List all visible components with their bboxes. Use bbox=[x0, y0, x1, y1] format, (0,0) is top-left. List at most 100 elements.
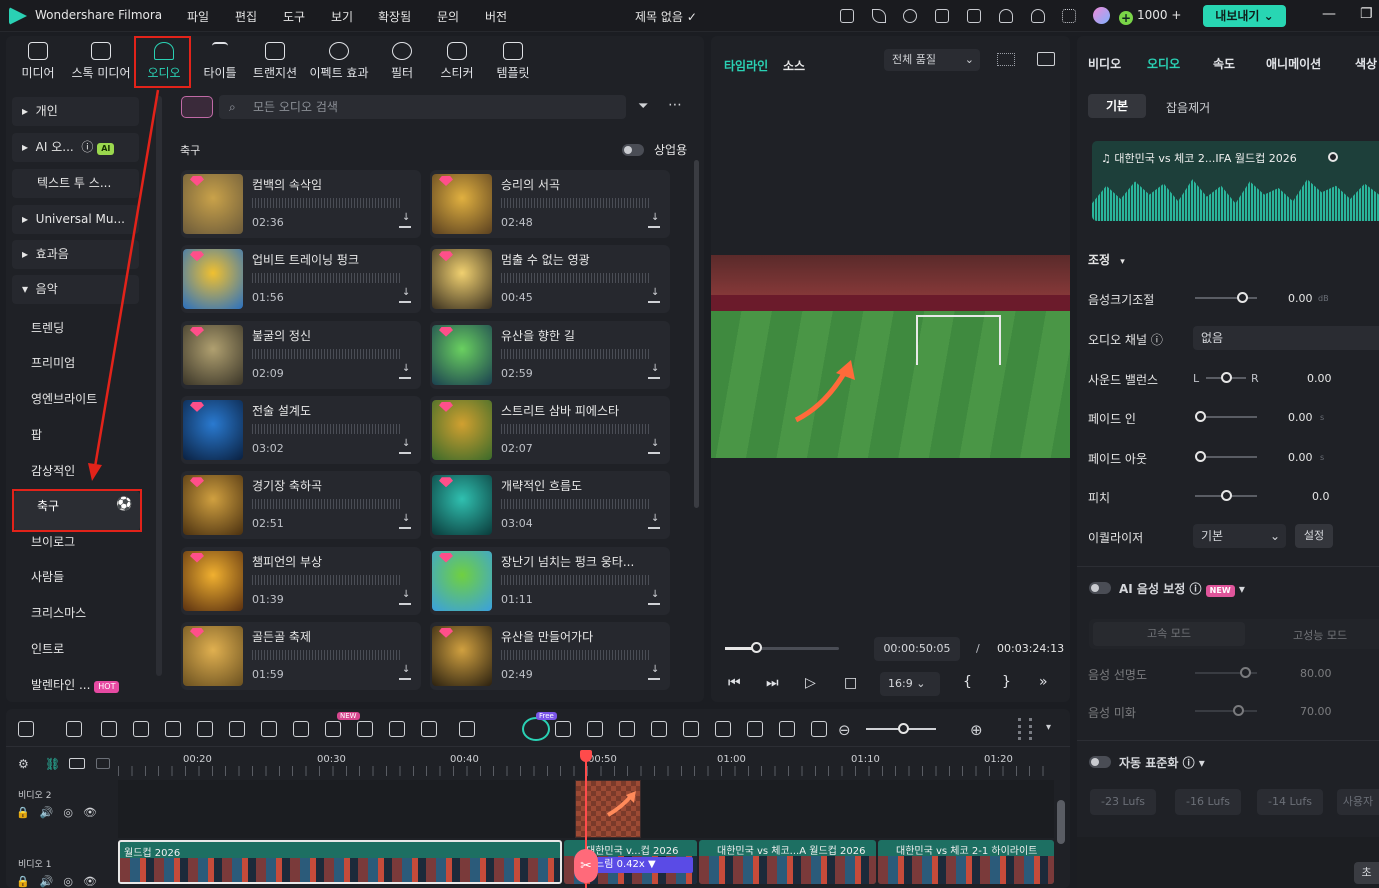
grid-view-icon[interactable] bbox=[997, 53, 1015, 66]
menu-edit[interactable]: 편집 bbox=[235, 8, 257, 25]
clarity-knob[interactable] bbox=[1239, 667, 1251, 678]
ai-voice-toggle[interactable] bbox=[1089, 582, 1111, 594]
restore-icon[interactable]: ❐ bbox=[1360, 6, 1373, 22]
speed-icon[interactable] bbox=[357, 721, 373, 737]
snapshot-icon[interactable] bbox=[1037, 52, 1055, 66]
download-icon[interactable]: ↓ bbox=[648, 212, 660, 228]
add-credits-icon[interactable]: + bbox=[1171, 8, 1181, 22]
more-tools-icon[interactable] bbox=[459, 721, 475, 737]
aspect-select[interactable]: 16:9 ⌄ bbox=[880, 672, 940, 696]
volume-knob[interactable] bbox=[1236, 292, 1248, 303]
balance-value[interactable]: 0.00 bbox=[1307, 372, 1332, 385]
tab-audio-props[interactable]: 오디오 bbox=[1147, 55, 1180, 72]
mark-in-icon[interactable]: { bbox=[963, 674, 972, 690]
beautify-slider[interactable] bbox=[1195, 710, 1257, 712]
track-card[interactable]: 불굴의 정신 02:09 ↓ bbox=[181, 320, 421, 389]
help-icon[interactable]: ⓘ bbox=[1183, 756, 1195, 770]
equalizer-select[interactable]: 기본 ⌄ bbox=[1193, 524, 1286, 548]
track-video1-controls[interactable]: 🔒🔊◎👁 bbox=[16, 875, 107, 888]
track-card[interactable]: 컴백의 속삭임 02:36 ↓ bbox=[181, 170, 421, 238]
chevron-down-icon[interactable]: ▾ bbox=[1239, 582, 1245, 596]
auto-reframe-icon[interactable] bbox=[651, 721, 667, 737]
clarity-value[interactable]: 80.00 bbox=[1300, 667, 1332, 680]
sidebar-item-vlog[interactable]: 브이로그 bbox=[31, 533, 75, 550]
sidebar-item-premium[interactable]: 프리미엄 bbox=[31, 354, 75, 371]
expand-icon[interactable]: » bbox=[1039, 674, 1048, 690]
group-icon[interactable] bbox=[587, 721, 603, 737]
tab-video[interactable]: 비디오 bbox=[1088, 55, 1121, 72]
video-frame[interactable] bbox=[711, 255, 1070, 458]
download-icon[interactable]: ↓ bbox=[399, 287, 411, 304]
audio-channel-select[interactable]: 없음 bbox=[1193, 326, 1379, 350]
menu-tools[interactable]: 도구 bbox=[283, 8, 305, 25]
track-card[interactable]: 유산을 만들어가다 02:49 ↓ bbox=[430, 621, 670, 690]
download-icon[interactable]: ↓ bbox=[648, 363, 660, 379]
playhead-handle[interactable] bbox=[580, 750, 592, 762]
select-tool-icon[interactable] bbox=[66, 721, 82, 737]
quality-select[interactable]: 전체 품질 ⌄ bbox=[884, 49, 980, 71]
sidebar-item-christmas[interactable]: 크리스마스 bbox=[31, 604, 86, 621]
sidebar-item-people[interactable]: 사람들 bbox=[31, 568, 64, 585]
preset-custom[interactable]: 사용자 bbox=[1337, 789, 1379, 815]
crop-icon[interactable] bbox=[229, 721, 245, 737]
track-card[interactable]: 경기장 축하곡 02:51 ↓ bbox=[181, 471, 421, 540]
credits-display[interactable]: +1000 + bbox=[1119, 8, 1185, 26]
headset-icon[interactable] bbox=[1031, 9, 1045, 23]
auto-normalize-toggle[interactable] bbox=[1089, 756, 1111, 768]
sidebar-item-trending[interactable]: 트렌딩 bbox=[31, 319, 64, 336]
video-clip-3[interactable]: 대한민국 vs 체코...A 월드컵 2026 bbox=[699, 840, 876, 884]
track-card[interactable]: 챔피언의 부상 01:39 ↓ bbox=[181, 546, 421, 615]
track-card[interactable]: 유산을 향한 길 02:59 ↓ bbox=[430, 320, 670, 389]
track-layout-icon[interactable] bbox=[1018, 718, 1032, 740]
tab-color[interactable]: 색상 bbox=[1355, 55, 1377, 72]
zoom-knob[interactable] bbox=[898, 723, 909, 734]
track-card[interactable]: 장난기 넘치는 펑크 웅타... 01:11 ↓ bbox=[430, 546, 670, 615]
beat-icon[interactable] bbox=[555, 721, 571, 737]
fade-in-value[interactable]: 0.00 bbox=[1288, 411, 1313, 424]
fade-in-knob[interactable] bbox=[1195, 411, 1206, 422]
preset-23-lufs[interactable]: -23 Lufs bbox=[1090, 789, 1156, 815]
fade-in-slider[interactable] bbox=[1200, 416, 1257, 418]
replace-icon[interactable] bbox=[779, 721, 795, 737]
fade-out-slider[interactable] bbox=[1200, 456, 1257, 458]
preview-scrubber-knob[interactable] bbox=[750, 642, 762, 653]
sidebar-item-intro[interactable]: 인트로 bbox=[31, 640, 64, 657]
add-track-icon[interactable] bbox=[69, 758, 85, 769]
sidebar-item-pop[interactable]: 팝 bbox=[31, 426, 42, 443]
subtab-denoise[interactable]: 잡음제거 bbox=[1166, 99, 1210, 116]
pitch-value[interactable]: 0.0 bbox=[1312, 490, 1330, 503]
redo-icon[interactable] bbox=[133, 721, 149, 737]
next-frame-icon[interactable]: ⏭ bbox=[766, 675, 779, 691]
download-icon[interactable]: ↓ bbox=[399, 438, 411, 454]
chevron-down-icon[interactable]: ▾ bbox=[1199, 756, 1205, 770]
preset-16-lufs[interactable]: -16 Lufs bbox=[1175, 789, 1241, 815]
download-icon[interactable]: ↓ bbox=[648, 664, 660, 680]
track-card[interactable]: 스트리트 삼바 피에스타 02:07 ↓ bbox=[430, 395, 670, 464]
tab-filters[interactable]: 필터 bbox=[373, 42, 431, 81]
premium-filter-button[interactable] bbox=[181, 96, 213, 118]
undo-icon[interactable] bbox=[101, 721, 117, 737]
volume-value[interactable]: 0.00 bbox=[1288, 292, 1313, 305]
track-card[interactable]: 업비트 트레이닝 펑크 01:56 ↓ bbox=[181, 245, 421, 314]
menu-view[interactable]: 보기 bbox=[331, 8, 353, 25]
menu-help[interactable]: 문의 bbox=[437, 8, 459, 25]
track-card[interactable]: 전술 설계도 03:02 ↓ bbox=[181, 395, 421, 464]
text-icon[interactable] bbox=[261, 721, 277, 737]
track-card[interactable]: 멈출 수 없는 영광 00:45 ↓ bbox=[430, 245, 670, 314]
tag-icon[interactable] bbox=[421, 721, 437, 737]
link-icon[interactable]: ⛓ bbox=[45, 757, 60, 771]
timer-icon[interactable] bbox=[389, 721, 405, 737]
video-clip-1[interactable]: 월드컵 2026 bbox=[118, 840, 562, 884]
download-icon[interactable]: ↓ bbox=[648, 287, 660, 304]
chevron-down-icon[interactable]: ▾ bbox=[1046, 722, 1051, 733]
layout-icon[interactable] bbox=[18, 721, 34, 737]
download-icon[interactable]: ↓ bbox=[399, 664, 411, 680]
video-clip-4[interactable]: 대한민국 vs 체코 2-1 하이라이트 bbox=[878, 840, 1054, 884]
save-icon[interactable] bbox=[967, 9, 981, 23]
menu-extensions[interactable]: 확장됨 bbox=[378, 8, 411, 25]
tab-speed[interactable]: 속도 bbox=[1213, 55, 1235, 72]
search-input[interactable]: 모든 오디오 검색 bbox=[219, 95, 626, 119]
download-icon[interactable]: ↓ bbox=[648, 438, 660, 454]
chevron-down-icon[interactable]: ▾ bbox=[1120, 257, 1125, 267]
zoom-out-icon[interactable]: ⊖ bbox=[838, 721, 851, 739]
